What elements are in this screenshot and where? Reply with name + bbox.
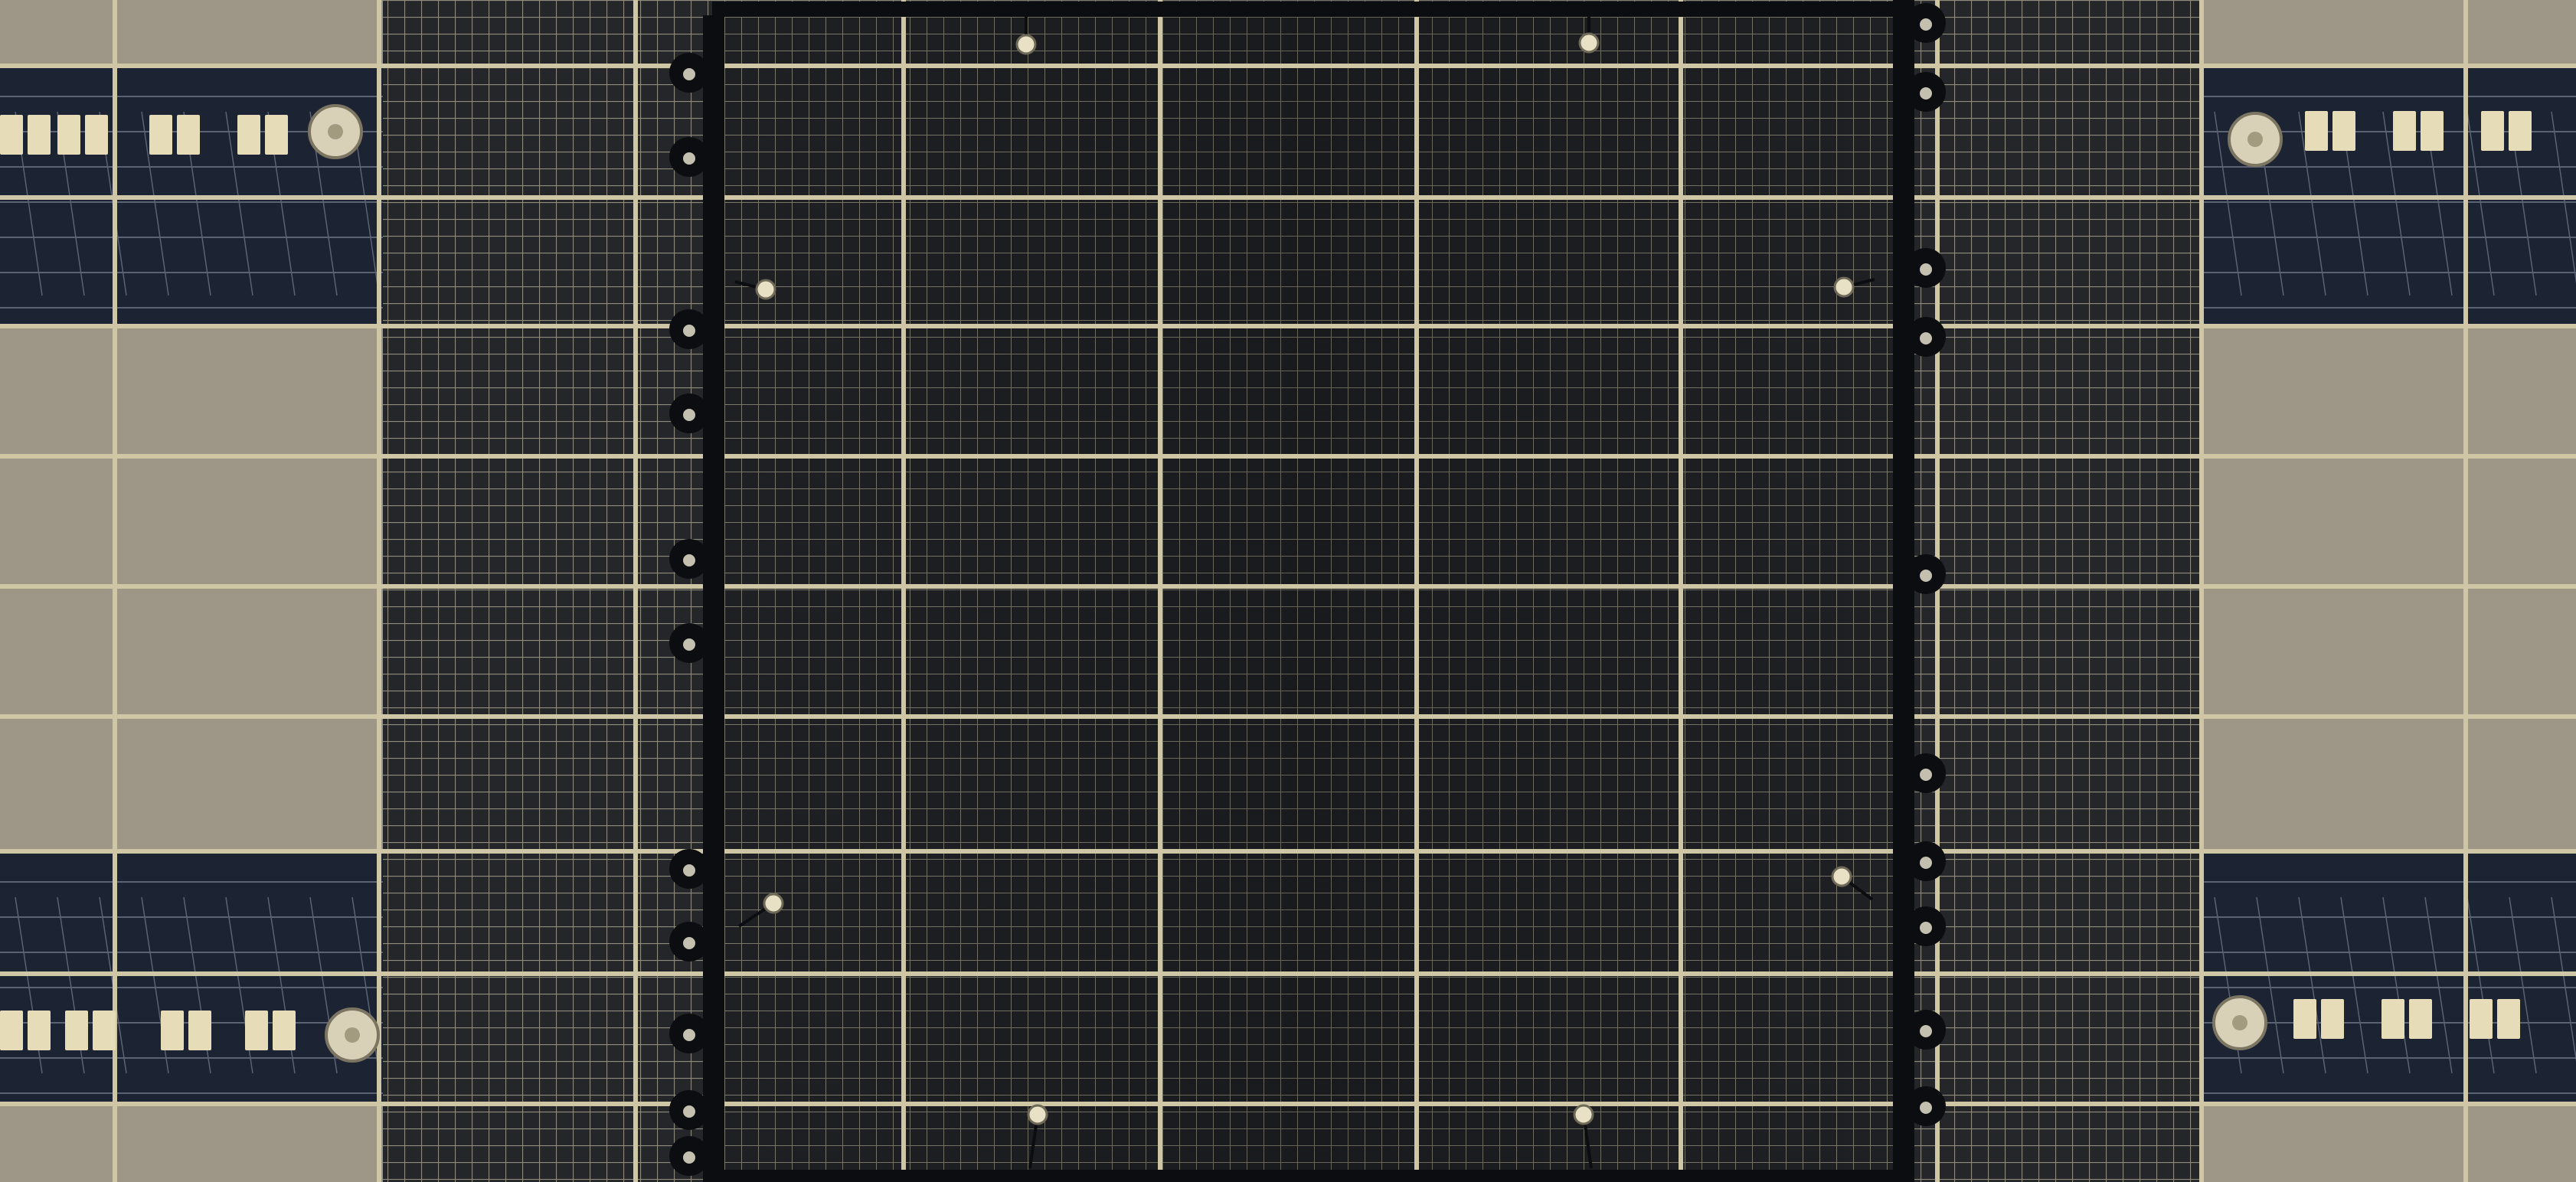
hook-clip	[1831, 866, 1852, 887]
hook-clip	[1015, 34, 1037, 55]
light-pad	[2332, 111, 2355, 151]
grid-line-vertical	[1679, 0, 1683, 1182]
hook-clip	[1578, 32, 1600, 54]
light-pad	[177, 115, 200, 155]
grid-line-vertical	[2463, 0, 2468, 1182]
rail-fixture-lens	[683, 152, 695, 165]
light-pad	[2305, 111, 2328, 151]
rail-fixture-lens	[683, 1105, 695, 1118]
light-pad	[2409, 999, 2432, 1039]
light-pad	[149, 115, 172, 155]
light-pad	[2497, 999, 2520, 1039]
rail-fixture-lens	[683, 325, 695, 337]
rail-fixture-lens	[683, 1029, 695, 1041]
rail-fixture-lens	[1920, 769, 1932, 781]
rail-fixture-lens	[1920, 922, 1932, 934]
light-pad	[28, 115, 51, 155]
hook-clip	[1027, 1104, 1048, 1125]
grid-line-horizontal	[0, 454, 2576, 459]
light-pad	[161, 1011, 184, 1050]
grid-line-vertical	[377, 0, 381, 1182]
grid-line-vertical	[113, 0, 117, 1182]
light-pad	[28, 1011, 51, 1050]
rail-fixture-lens	[1920, 857, 1932, 869]
rail-fixture-lens	[1920, 18, 1932, 31]
light-pad	[85, 115, 108, 155]
rail-fixture-lens	[683, 554, 695, 567]
grid-line-horizontal	[0, 849, 2576, 854]
hook-clip	[1573, 1104, 1594, 1125]
light-pad	[93, 1011, 116, 1050]
hook-clip	[763, 893, 784, 914]
light-pad	[273, 1011, 296, 1050]
light-pad	[2509, 111, 2532, 151]
rail-fixture-lens	[683, 1151, 695, 1164]
light-pad	[2481, 111, 2504, 151]
grid-line-vertical	[901, 0, 906, 1182]
grid-line-vertical	[633, 0, 638, 1182]
light-pad	[245, 1011, 268, 1050]
light-pad	[2381, 999, 2404, 1039]
light-pad	[2393, 111, 2416, 151]
rail-fixture-lens	[1920, 1025, 1932, 1037]
light-pad	[265, 115, 288, 155]
grid-line-horizontal	[0, 324, 2576, 328]
rail-fixture-lens	[683, 937, 695, 949]
hook-clip	[1833, 276, 1855, 298]
hook-clip	[755, 279, 776, 300]
light-pad	[2470, 999, 2493, 1039]
rail-fixture-lens	[1920, 332, 1932, 344]
ceiling-grid-photo	[0, 0, 2576, 1182]
light-pad	[57, 115, 80, 155]
dome-light-center	[2247, 132, 2263, 147]
light-pad	[0, 115, 23, 155]
light-pad	[65, 1011, 88, 1050]
grid-line-horizontal	[0, 64, 2576, 68]
rail-fixture-lens	[1920, 263, 1932, 276]
grid-line-vertical	[1158, 0, 1162, 1182]
grid-line-horizontal	[0, 714, 2576, 719]
rail-fixture-lens	[683, 864, 695, 877]
rail-fixture-lens	[1920, 87, 1932, 100]
grid-line-vertical	[2199, 0, 2204, 1182]
rail-fixture-lens	[683, 409, 695, 421]
grid-line-horizontal	[0, 195, 2576, 200]
grid-line-horizontal	[0, 584, 2576, 589]
rail-fixture-lens	[1920, 570, 1932, 582]
light-pad	[2321, 999, 2344, 1039]
light-pad	[2421, 111, 2444, 151]
rail-fixture-lens	[1920, 1102, 1932, 1114]
dome-light-center	[2232, 1015, 2247, 1030]
rail-fixture-lens	[683, 68, 695, 80]
light-pad	[188, 1011, 211, 1050]
grid-line-horizontal	[0, 1102, 2576, 1106]
rail-fixture-lens	[683, 638, 695, 651]
light-pad	[2293, 999, 2316, 1039]
light-pad	[0, 1011, 23, 1050]
light-pad	[237, 115, 260, 155]
grid-line-vertical	[1414, 0, 1419, 1182]
grid-line-horizontal	[0, 971, 2576, 976]
ceiling-artwork	[0, 0, 2576, 1182]
dome-light-center	[345, 1027, 360, 1043]
dome-light-center	[328, 124, 343, 139]
